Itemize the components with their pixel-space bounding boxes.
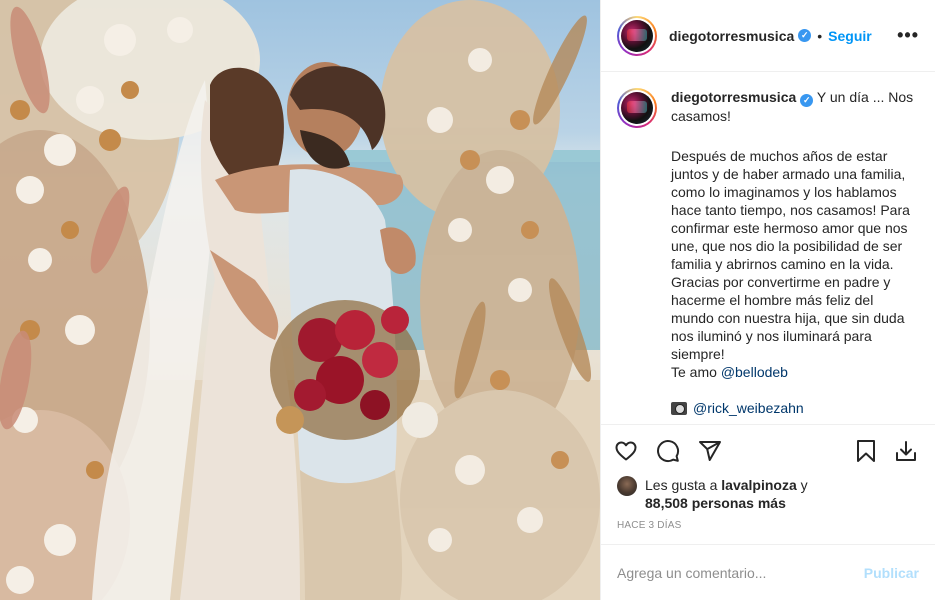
avatar-image bbox=[621, 19, 653, 52]
bookmark-icon[interactable] bbox=[851, 436, 881, 466]
instagram-post: diegotorresmusica ✓ • Seguir ••• diegoto… bbox=[0, 0, 935, 600]
comment-input[interactable] bbox=[617, 564, 864, 581]
likes-conj: y bbox=[796, 477, 808, 493]
liker-avatar[interactable] bbox=[617, 476, 637, 496]
caption-body: Después de muchos años de estar juntos y… bbox=[671, 148, 910, 362]
credit-mention-link[interactable]: @rick_weibezahn bbox=[693, 399, 804, 417]
post-photo[interactable] bbox=[0, 0, 600, 600]
mention-link[interactable]: @bellodeb bbox=[721, 364, 788, 380]
caption-avatar[interactable] bbox=[617, 88, 657, 128]
post-username[interactable]: diegotorresmusica bbox=[669, 28, 794, 44]
wedding-photo-illustration bbox=[0, 0, 600, 600]
caption-verified-badge-icon: ✓ bbox=[800, 94, 814, 107]
action-bar bbox=[601, 424, 935, 476]
follow-button[interactable]: Seguir bbox=[828, 28, 872, 44]
comment-bar: Publicar bbox=[601, 544, 935, 600]
caption-avatar-image bbox=[621, 92, 653, 124]
comment-icon[interactable] bbox=[653, 436, 683, 466]
download-icon[interactable] bbox=[891, 436, 921, 466]
avatar[interactable] bbox=[617, 15, 657, 56]
post-header: diegotorresmusica ✓ • Seguir ••• bbox=[601, 0, 935, 72]
verified-badge-icon: ✓ bbox=[798, 29, 812, 42]
caption-username[interactable]: diegotorresmusica bbox=[671, 89, 796, 105]
caption-text: diegotorresmusica ✓ Y un día ... Nos casa… bbox=[671, 88, 916, 424]
publish-button[interactable]: Publicar bbox=[864, 565, 919, 581]
post-timestamp[interactable]: Hace 3 días bbox=[601, 520, 935, 544]
save-actions bbox=[845, 436, 925, 466]
caption-love-prefix: Te amo bbox=[671, 364, 721, 380]
share-icon[interactable] bbox=[695, 436, 725, 466]
likes-summary: Les gusta a lavalpinoza y 88,508 persona… bbox=[601, 476, 935, 512]
post-side-panel: diegotorresmusica ✓ • Seguir ••• diegoto… bbox=[600, 0, 935, 600]
likes-prefix: Les gusta a bbox=[645, 477, 722, 493]
caption-section: diegotorresmusica ✓ Y un día ... Nos casa… bbox=[601, 72, 935, 424]
camera-icon bbox=[671, 401, 687, 415]
photo-credit: @rick_weibezahn bbox=[671, 399, 916, 417]
liker-username[interactable]: lavalpinoza bbox=[721, 477, 796, 493]
caption-love-line: Te amo @bellodeb bbox=[671, 363, 916, 381]
likes-text: Les gusta a lavalpinoza y 88,508 persona… bbox=[645, 476, 808, 512]
separator-dot: • bbox=[817, 27, 823, 44]
more-options-icon[interactable]: ••• bbox=[897, 25, 919, 46]
heart-icon[interactable] bbox=[611, 436, 641, 466]
likes-count[interactable]: 88,508 personas más bbox=[645, 495, 786, 511]
